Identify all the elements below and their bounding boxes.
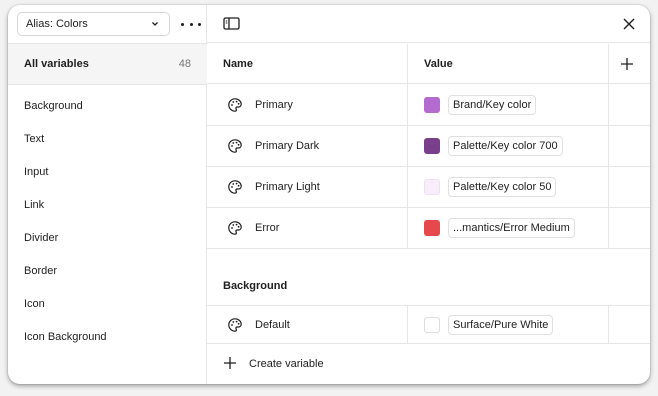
variable-name-cell[interactable]: Default	[207, 306, 407, 344]
color-swatch	[424, 317, 440, 333]
color-swatch	[424, 179, 440, 195]
variable-value-cell[interactable]: Surface/Pure White	[424, 306, 554, 344]
alias-pill: ...mantics/Error Medium	[448, 218, 575, 238]
column-header-name: Name	[223, 58, 253, 70]
variable-name: Error	[255, 222, 280, 234]
sidebar-item-divider[interactable]: Divider	[8, 221, 207, 254]
variable-name: Primary	[255, 99, 293, 111]
color-swatch	[424, 97, 440, 113]
main-content: Name Value Primary Brand/Key color Prima…	[207, 5, 650, 384]
variable-name: Primary Dark	[255, 140, 320, 152]
toolbar	[207, 5, 650, 43]
create-variable-label: Create variable	[249, 358, 324, 370]
collection-select[interactable]: Alias: Colors	[17, 12, 170, 36]
group-section-title: Background	[223, 280, 288, 292]
alias-pill: Surface/Pure White	[448, 315, 554, 335]
palette-icon	[227, 317, 243, 333]
variable-name: Primary Light	[255, 181, 320, 193]
variable-value-cell[interactable]: Brand/Key color	[424, 85, 537, 125]
collection-select-label: Alias: Colors	[26, 18, 88, 30]
sidebar-item-link[interactable]: Link	[8, 188, 207, 221]
table-row[interactable]: Primary Brand/Key color	[207, 85, 650, 126]
variables-panel: Alias: Colors All variables 48 Backgroun…	[8, 5, 650, 384]
all-variables-label: All variables	[24, 58, 89, 70]
palette-icon	[227, 179, 243, 195]
divider	[8, 84, 207, 85]
group-list: Background Text Input Link Divider Borde…	[8, 89, 207, 353]
sidebar-item-icon-background[interactable]: Icon Background	[8, 320, 207, 353]
sidebar-toggle-icon[interactable]	[223, 17, 241, 31]
sidebar-item-all-variables[interactable]: All variables 48	[8, 44, 207, 84]
variable-name-cell[interactable]: Error	[207, 208, 407, 248]
sidebar-item-text[interactable]: Text	[8, 122, 207, 155]
sidebar: Alias: Colors All variables 48 Backgroun…	[8, 5, 207, 384]
plus-icon	[223, 356, 237, 373]
sidebar-item-border[interactable]: Border	[8, 254, 207, 287]
table-row[interactable]: Error ...mantics/Error Medium	[207, 208, 650, 249]
palette-icon	[227, 220, 243, 236]
palette-icon	[227, 97, 243, 113]
table-row[interactable]: Primary Light Palette/Key color 50	[207, 167, 650, 208]
variable-value-cell[interactable]: ...mantics/Error Medium	[424, 208, 575, 248]
chevron-down-icon	[150, 19, 160, 29]
sidebar-item-icon[interactable]: Icon	[8, 287, 207, 320]
alias-pill: Palette/Key color 700	[448, 136, 563, 156]
alias-pill: Brand/Key color	[448, 95, 537, 115]
all-variables-count: 48	[178, 58, 191, 70]
variable-name-cell[interactable]: Primary Light	[207, 167, 407, 207]
variable-name-cell[interactable]: Primary	[207, 85, 407, 125]
column-header-value: Value	[424, 58, 453, 70]
alias-pill: Palette/Key color 50	[448, 177, 557, 197]
more-options-icon[interactable]	[181, 17, 201, 31]
close-icon[interactable]	[621, 16, 637, 32]
color-swatch	[424, 220, 440, 236]
table-header: Name Value	[207, 44, 650, 84]
add-mode-icon[interactable]	[619, 56, 635, 72]
palette-icon	[227, 138, 243, 154]
table-row[interactable]: Default Surface/Pure White	[207, 306, 650, 344]
table-row[interactable]: Primary Dark Palette/Key color 700	[207, 126, 650, 167]
group-section-header: Background	[207, 249, 650, 306]
variable-value-cell[interactable]: Palette/Key color 50	[424, 167, 557, 207]
variable-name-cell[interactable]: Primary Dark	[207, 126, 407, 166]
sidebar-item-background[interactable]: Background	[8, 89, 207, 122]
variable-value-cell[interactable]: Palette/Key color 700	[424, 126, 563, 166]
create-variable-button[interactable]: Create variable	[207, 344, 650, 384]
variable-name: Default	[255, 319, 290, 331]
color-swatch	[424, 138, 440, 154]
sidebar-item-input[interactable]: Input	[8, 155, 207, 188]
